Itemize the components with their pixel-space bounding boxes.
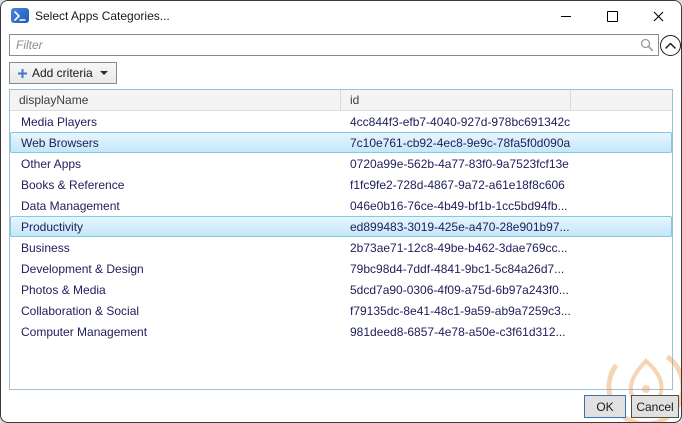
window-title: Select Apps Categories... [35, 9, 170, 23]
table-body: Media Players 4cc844f3-efb7-4040-927d-97… [10, 111, 672, 342]
collapse-toggle-button[interactable] [660, 35, 681, 56]
dropdown-arrow-icon [100, 71, 108, 75]
ok-button[interactable]: OK [584, 395, 626, 418]
chevron-up-icon [665, 42, 676, 49]
cancel-button[interactable]: Cancel [631, 395, 679, 418]
table-row[interactable]: Media Players 4cc844f3-efb7-4040-927d-97… [10, 111, 672, 132]
row-display-name: Collaboration & Social [10, 304, 341, 318]
row-display-name: Web Browsers [10, 136, 341, 150]
row-display-name: Computer Management [10, 325, 341, 339]
row-id: 046e0b16-76ce-4b49-bf1b-1cc5bd94fb... [341, 199, 661, 213]
minimize-icon [561, 16, 571, 17]
row-display-name: Books & Reference [10, 178, 341, 192]
table-header: displayName id [10, 90, 672, 111]
table-row[interactable]: Computer Management 981deed8-6857-4e78-a… [10, 321, 672, 342]
table-row[interactable]: Other Apps 0720a99e-562b-4a77-83f0-9a752… [10, 153, 672, 174]
row-id: 0720a99e-562b-4a77-83f0-9a7523fcf13e [341, 157, 661, 171]
row-display-name: Productivity [10, 220, 341, 234]
column-header-displayname[interactable]: displayName [10, 90, 341, 110]
row-id: 5dcd7a90-0306-4f09-a75d-6b97a243f0... [341, 283, 661, 297]
row-display-name: Media Players [10, 115, 341, 129]
minimize-button[interactable] [543, 1, 589, 31]
powershell-icon [11, 8, 29, 23]
add-criteria-label: Add criteria [32, 66, 93, 80]
table-row[interactable]: Data Management 046e0b16-76ce-4b49-bf1b-… [10, 195, 672, 216]
row-id: 79bc98d4-7ddf-4841-9bc1-5c84a26d7... [341, 262, 661, 276]
filter-input[interactable] [9, 34, 659, 56]
table-row[interactable]: Photos & Media 5dcd7a90-0306-4f09-a75d-6… [10, 279, 672, 300]
table-row[interactable]: Development & Design 79bc98d4-7ddf-4841-… [10, 258, 672, 279]
row-id: ed899483-3019-425e-a470-28e901b97... [341, 220, 661, 234]
row-display-name: Business [10, 241, 341, 255]
row-id: f1fc9fe2-728d-4867-9a72-a61e18f8c606 [341, 178, 661, 192]
table-row[interactable]: Books & Reference f1fc9fe2-728d-4867-9a7… [10, 174, 672, 195]
close-button[interactable] [635, 1, 681, 31]
categories-table: displayName id Media Players 4cc844f3-ef… [9, 89, 673, 390]
row-id: 4cc844f3-efb7-4040-927d-978bc691342c [341, 115, 661, 129]
title-bar[interactable]: Select Apps Categories... [1, 1, 681, 31]
maximize-button[interactable] [589, 1, 635, 31]
row-id: 7c10e761-cb92-4ec8-9e9c-78fa5f0d090a [341, 136, 661, 150]
table-row[interactable]: Productivity ed899483-3019-425e-a470-28e… [10, 216, 672, 237]
select-apps-categories-dialog: Select Apps Categories... Add criteria [0, 0, 682, 423]
table-row[interactable]: Business 2b73ae71-12c8-49be-b462-3dae769… [10, 237, 672, 258]
maximize-icon [607, 11, 618, 22]
row-id: 2b73ae71-12c8-49be-b462-3dae769cc... [341, 241, 661, 255]
column-header-empty[interactable] [571, 90, 672, 110]
row-display-name: Other Apps [10, 157, 341, 171]
row-display-name: Development & Design [10, 262, 341, 276]
row-id: 981deed8-6857-4e78-a50e-c3f61d312... [341, 325, 661, 339]
add-criteria-button[interactable]: Add criteria [9, 62, 117, 84]
table-row[interactable]: Web Browsers 7c10e761-cb92-4ec8-9e9c-78f… [10, 132, 672, 153]
close-icon [653, 11, 664, 22]
row-display-name: Photos & Media [10, 283, 341, 297]
row-display-name: Data Management [10, 199, 341, 213]
table-row[interactable]: Collaboration & Social f79135dc-8e41-48c… [10, 300, 672, 321]
column-header-id[interactable]: id [341, 90, 571, 110]
plus-icon [18, 69, 27, 78]
row-id: f79135dc-8e41-48c1-9a59-ab9a7259c3... [341, 304, 661, 318]
